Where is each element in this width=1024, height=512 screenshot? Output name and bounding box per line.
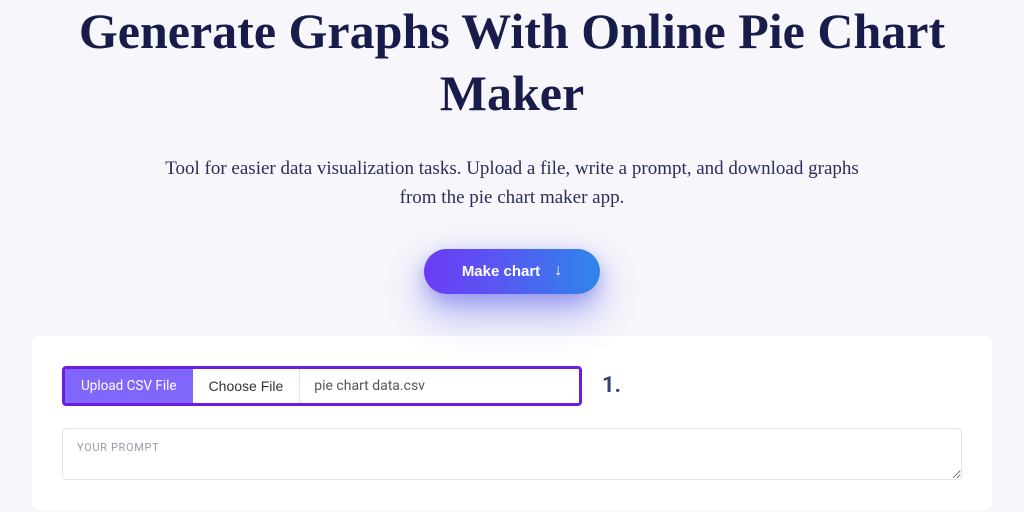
page-subtitle: Tool for easier data visualization tasks… — [162, 154, 862, 213]
prompt-input[interactable] — [62, 428, 962, 480]
form-card: Upload CSV File Choose File pie chart da… — [32, 336, 992, 510]
arrow-down-icon: ↓ — [554, 263, 562, 279]
make-chart-button[interactable]: Make chart ↓ — [424, 249, 600, 294]
upload-csv-block: Upload CSV File Choose File pie chart da… — [62, 366, 582, 406]
step-number: 1. — [602, 373, 621, 398]
page-title: Generate Graphs With Online Pie Chart Ma… — [52, 0, 972, 124]
make-chart-label: Make chart — [462, 263, 540, 280]
selected-file-name: pie chart data.csv — [299, 369, 579, 403]
upload-csv-label: Upload CSV File — [65, 369, 193, 403]
choose-file-button[interactable]: Choose File — [193, 369, 300, 403]
